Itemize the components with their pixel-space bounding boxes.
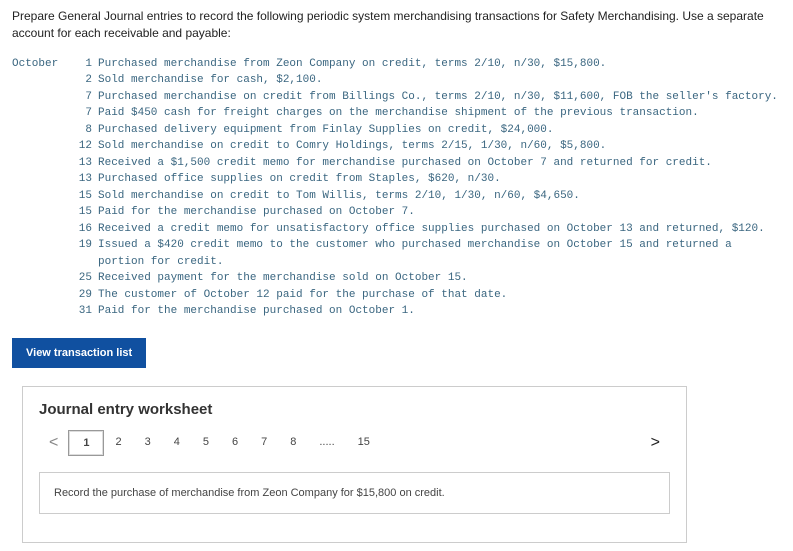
transaction-row: 7Purchased merchandise on credit from Bi… <box>12 89 781 106</box>
worksheet-tab-6[interactable]: 6 <box>220 430 250 456</box>
transaction-row: 15Paid for the merchandise purchased on … <box>12 204 781 221</box>
worksheet-tab-1[interactable]: 1 <box>68 430 104 456</box>
transaction-row: 19Issued a $420 credit memo to the custo… <box>12 237 781 270</box>
worksheet-tab-3[interactable]: 3 <box>133 430 163 456</box>
journal-entry-worksheet: Journal entry worksheet < 12345678.....1… <box>22 386 687 544</box>
view-transaction-list-button[interactable]: View transaction list <box>12 338 146 368</box>
transaction-row: 13Received a $1,500 credit memo for merc… <box>12 155 781 172</box>
transaction-row: 25Received payment for the merchandise s… <box>12 270 781 287</box>
worksheet-tab-15[interactable]: 15 <box>346 430 382 456</box>
transaction-row: October1Purchased merchandise from Zeon … <box>12 56 781 73</box>
worksheet-tab-.....: ..... <box>307 430 346 456</box>
transaction-row: 8Purchased delivery equipment from Finla… <box>12 122 781 139</box>
tab-nav-prev[interactable]: < <box>39 434 68 452</box>
worksheet-tab-4[interactable]: 4 <box>162 430 192 456</box>
worksheet-tab-2[interactable]: 2 <box>103 430 133 456</box>
transaction-row: 29The customer of October 12 paid for th… <box>12 287 781 304</box>
worksheet-tab-8[interactable]: 8 <box>278 430 308 456</box>
worksheet-title: Journal entry worksheet <box>39 401 670 418</box>
transaction-row: 13Purchased office supplies on credit fr… <box>12 171 781 188</box>
worksheet-tabs-row: < 12345678.....15 > <box>39 430 670 456</box>
entry-instruction: Record the purchase of merchandise from … <box>39 472 670 515</box>
transaction-row: 15Sold merchandise on credit to Tom Will… <box>12 188 781 205</box>
intro-text: Prepare General Journal entries to recor… <box>12 8 781 42</box>
transaction-row: 31Paid for the merchandise purchased on … <box>12 303 781 320</box>
transaction-row: 7Paid $450 cash for freight charges on t… <box>12 105 781 122</box>
worksheet-tab-5[interactable]: 5 <box>191 430 221 456</box>
transaction-row: 12Sold merchandise on credit to Comry Ho… <box>12 138 781 155</box>
transaction-row: 16Received a credit memo for unsatisfact… <box>12 221 781 238</box>
transaction-row: 2Sold merchandise for cash, $2,100. <box>12 72 781 89</box>
transactions-list: October1Purchased merchandise from Zeon … <box>12 56 781 320</box>
worksheet-tab-7[interactable]: 7 <box>249 430 279 456</box>
tab-nav-next[interactable]: > <box>641 434 670 452</box>
